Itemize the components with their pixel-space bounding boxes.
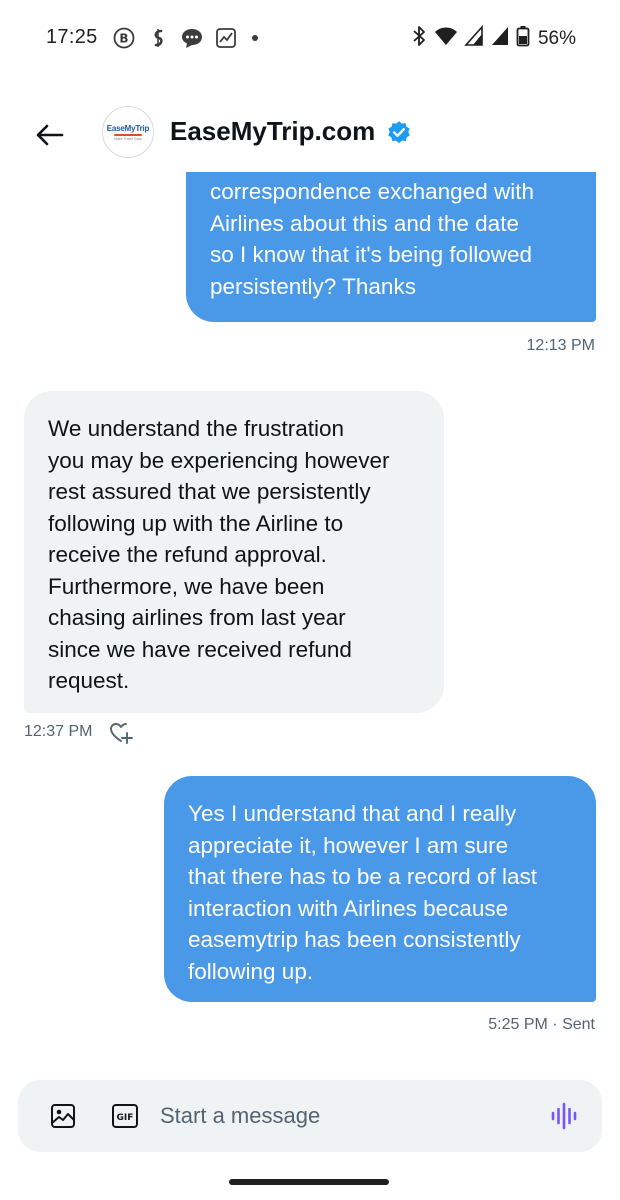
- message-input[interactable]: [160, 1098, 530, 1134]
- message-text-line: you may be experiencing however: [48, 447, 390, 473]
- signal-icon: [464, 24, 484, 52]
- chat-bubble-icon: [180, 26, 204, 50]
- back-button[interactable]: [28, 114, 70, 156]
- message-text-line: rest assured that we persistently: [48, 479, 371, 504]
- avatar-logo-text: EaseMyTrip: [106, 123, 150, 133]
- message-timestamp: 12:13 PM: [526, 337, 595, 354]
- message-timestamp: 12:37 PM: [24, 723, 93, 740]
- message-text-line: We understand the frustration: [48, 416, 345, 441]
- status-time: 17:25: [46, 26, 98, 48]
- gesture-bar[interactable]: [229, 1179, 389, 1185]
- message-text-line: request.: [48, 668, 130, 693]
- conversation-header: EaseMyTrip Make Travel Easy EaseMyTrip.c…: [0, 96, 620, 172]
- notification-icons: B: [112, 26, 258, 50]
- message-composer: GIF: [18, 1080, 602, 1152]
- battery-icon: [516, 25, 530, 52]
- message-text-line: that there has to be a record of last: [188, 864, 537, 889]
- gif-icon: GIF: [112, 1104, 138, 1128]
- message-bubble-outgoing[interactable]: Yes I understand that and I really appre…: [164, 776, 596, 1002]
- b-circle-icon: B: [112, 26, 136, 50]
- voice-message-icon[interactable]: [548, 1100, 580, 1132]
- svg-text:B: B: [119, 32, 128, 46]
- message-status: 5:25 PM · Sent: [488, 1016, 595, 1033]
- message-bubble-incoming[interactable]: We understand the frustration you may be…: [24, 391, 444, 713]
- message-text-line: persistently? Thanks: [210, 273, 416, 299]
- message-text-line: receive the refund approval.: [48, 542, 327, 567]
- message-text-line: chasing airlines from last year: [48, 605, 346, 630]
- gif-label: GIF: [117, 1113, 134, 1123]
- image-icon: [51, 1104, 75, 1128]
- avatar-logo-tagline: Make Travel Easy: [114, 136, 142, 141]
- message-list: correspondence exchanged with Airlines a…: [0, 172, 620, 1062]
- message-bubble-outgoing[interactable]: correspondence exchanged with Airlines a…: [186, 172, 596, 322]
- add-reaction-icon[interactable]: [108, 720, 134, 746]
- bluetooth-icon: [410, 25, 428, 52]
- verified-badge-icon: [388, 121, 410, 144]
- message-text-line: interaction with Airlines because: [188, 895, 509, 921]
- contact-name[interactable]: EaseMyTrip.com: [170, 116, 375, 147]
- dollar-swirl-icon: [146, 26, 170, 50]
- wifi-icon: [434, 25, 458, 52]
- signal-icon: [490, 25, 510, 52]
- dot-icon: [252, 35, 258, 41]
- message-text-line: Airlines about this and the date: [210, 210, 519, 236]
- back-arrow-icon: [36, 124, 64, 146]
- message-text-line: so I know that it's being followed: [210, 242, 532, 267]
- message-text-line: appreciate it, however I am sure: [188, 832, 509, 858]
- status-bar: 17:25 B 56%: [0, 0, 620, 78]
- message-text-line: Furthermore, we have been: [48, 573, 325, 599]
- avatar[interactable]: EaseMyTrip Make Travel Easy: [102, 106, 154, 158]
- gif-button[interactable]: GIF: [110, 1101, 140, 1131]
- system-icons: 56%: [410, 24, 576, 52]
- trend-chart-icon: [214, 26, 238, 50]
- battery-percent: 56%: [537, 27, 576, 49]
- dm-conversation-screen: 17:25 B 56% EaseMyTrip Make Travel Easy …: [0, 0, 620, 1200]
- message-text-line: easemytrip has been consistently: [188, 927, 521, 952]
- image-button[interactable]: [48, 1101, 78, 1131]
- message-text-line: correspondence exchanged with: [210, 179, 534, 204]
- message-text-line: following up.: [188, 958, 314, 984]
- message-text-line: following up with the Airline to: [48, 510, 344, 536]
- message-text-line: Yes I understand that and I really: [188, 801, 517, 826]
- avatar-logo-swoosh: [114, 133, 142, 136]
- message-text-line: since we have received refund: [48, 636, 352, 662]
